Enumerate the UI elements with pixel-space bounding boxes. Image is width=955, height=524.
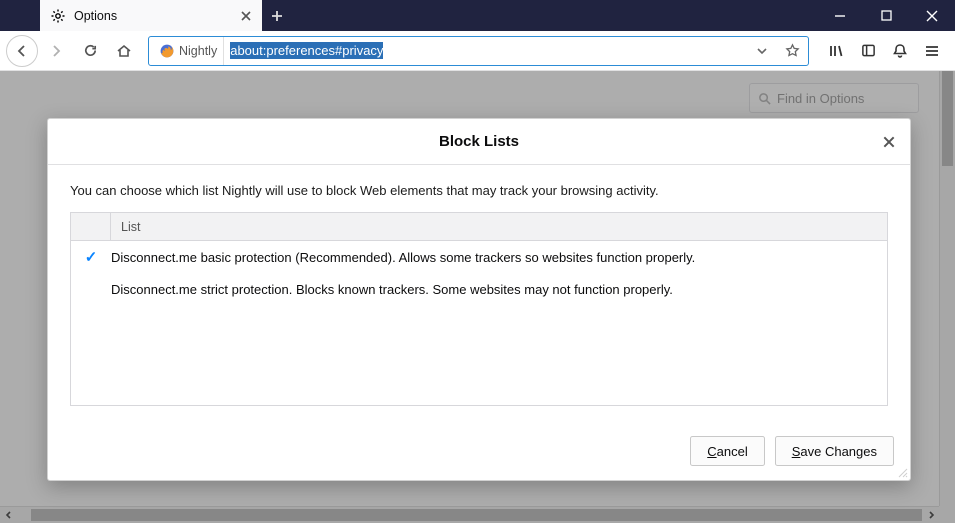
window-titlebar: Options xyxy=(0,0,955,31)
dialog-title: Block Lists xyxy=(439,133,519,150)
tab-title: Options xyxy=(74,9,228,23)
list-item[interactable]: Disconnect.me strict protection. Blocks … xyxy=(71,273,887,305)
list-item-label: Disconnect.me basic protection (Recommen… xyxy=(111,250,695,265)
list-item-label: Disconnect.me strict protection. Blocks … xyxy=(111,282,673,297)
list-item[interactable]: ✓ Disconnect.me basic protection (Recomm… xyxy=(71,241,887,273)
cancel-button[interactable]: Cancel xyxy=(690,436,764,466)
bookmark-star-icon[interactable] xyxy=(780,43,804,58)
dialog-header: Block Lists xyxy=(48,119,910,165)
block-list-box: List ✓ Disconnect.me basic protection (R… xyxy=(70,212,888,406)
check-icon: ✓ xyxy=(71,248,111,266)
notifications-button[interactable] xyxy=(885,36,915,66)
resize-handle-icon[interactable] xyxy=(896,466,908,478)
save-changes-button[interactable]: Save Changes xyxy=(775,436,894,466)
home-button[interactable] xyxy=(108,35,140,67)
dialog-message: You can choose which list Nightly will u… xyxy=(70,183,888,198)
url-text[interactable]: about:preferences#privacy xyxy=(230,43,744,58)
browser-tab[interactable]: Options xyxy=(40,0,262,31)
dialog-close-button[interactable] xyxy=(878,131,900,153)
reload-button[interactable] xyxy=(74,35,106,67)
list-header: List xyxy=(71,213,887,241)
back-button[interactable] xyxy=(6,35,38,67)
list-header-label: List xyxy=(111,220,140,234)
block-lists-dialog: Block Lists You can choose which list Ni… xyxy=(47,118,911,481)
window-maximize-button[interactable] xyxy=(863,0,909,31)
content-area: Find in Options Block Lists You can choo… xyxy=(0,71,955,523)
sidebar-button[interactable] xyxy=(853,36,883,66)
url-bar[interactable]: Nightly about:preferences#privacy xyxy=(148,36,809,66)
identity-box[interactable]: Nightly xyxy=(153,37,224,65)
app-menu-button[interactable] xyxy=(917,36,947,66)
close-tab-icon[interactable] xyxy=(236,6,256,26)
firefox-icon xyxy=(159,43,175,59)
window-close-button[interactable] xyxy=(909,0,955,31)
identity-label: Nightly xyxy=(179,44,217,58)
nav-toolbar: Nightly about:preferences#privacy xyxy=(0,31,955,71)
url-dropdown-icon[interactable] xyxy=(750,45,774,57)
gear-icon xyxy=(50,8,66,24)
window-minimize-button[interactable] xyxy=(817,0,863,31)
forward-button[interactable] xyxy=(40,35,72,67)
new-tab-button[interactable] xyxy=(262,0,292,31)
library-button[interactable] xyxy=(821,36,851,66)
